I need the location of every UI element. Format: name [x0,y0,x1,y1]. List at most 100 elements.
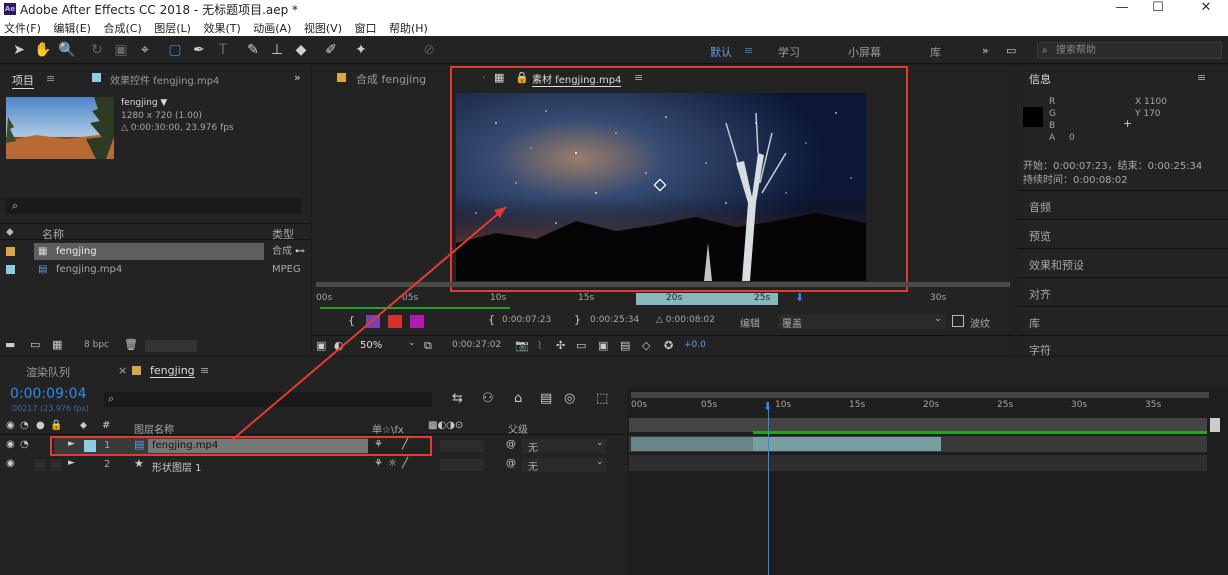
video-visibility-icon[interactable]: ◉ [6,458,15,469]
work-area-bar[interactable] [629,418,1207,432]
resolution-icon[interactable]: ▭ [576,339,586,352]
timeline-scroll-handle[interactable] [1210,418,1220,432]
audio-visibility-icon[interactable]: ◔ [20,439,29,450]
workspace-small-screen[interactable]: 小屏幕 [848,44,881,60]
edit-target-select[interactable]: 覆盖 [782,315,802,330]
menu-file[interactable]: 文件(F) [0,18,46,36]
playhead-marker-icon[interactable]: ⬇ [795,291,804,304]
menu-view[interactable]: 视图(V) [300,18,347,36]
new-composition-icon[interactable]: ▦ [52,338,62,351]
tab-timeline-comp[interactable]: fengjing [150,364,195,378]
zoom-dropdown-icon[interactable]: ⌄ [408,338,416,348]
workspace-more[interactable]: » [982,44,989,57]
ripple-checkbox[interactable] [952,315,964,327]
set-out-point-icon[interactable]: } [574,313,581,326]
guides-icon[interactable]: ◇ [642,339,650,352]
project-search-input[interactable]: ⌕ [6,198,302,214]
project-col-type[interactable]: 类型 [272,226,294,242]
zoom-tool-icon[interactable]: 🔍 [58,41,76,59]
shy-layers-icon[interactable]: ⌂ [514,391,522,406]
menu-edit[interactable]: 编辑(E) [49,18,96,36]
tab-project[interactable]: 项目 [12,72,34,89]
transparency-grid-icon[interactable]: ▤ [620,339,630,352]
shy-switch-icon[interactable]: ⚘ [374,458,383,469]
zoom-level[interactable]: 50% [360,340,382,351]
pick-whip-icon[interactable]: @ [506,458,516,469]
camera-tool-icon[interactable]: ▣ [112,41,130,59]
layer-name-header[interactable]: 图层名称 [134,421,174,436]
brush-tool-icon[interactable]: ✎ [244,41,262,59]
draft-3d-icon[interactable]: ⚇ [482,391,494,406]
panel-audio[interactable]: 音频 [1017,190,1228,218]
fit-icon[interactable]: ⧉ [424,339,432,353]
minimize-icon[interactable]: — [1104,0,1140,18]
expand-arrow-icon[interactable]: ► [68,458,75,468]
workspace-menu-icon[interactable]: ≡ [744,44,753,57]
parent-dropdown-icon[interactable]: ⌄ [596,438,604,448]
project-col-name[interactable]: 名称 [42,226,64,242]
hand-tool-icon[interactable]: ✋ [34,41,52,59]
type-tool-icon[interactable]: T [214,41,232,59]
list-item[interactable]: ▦ fengjing 合成 ⊷ [0,243,310,260]
info-title[interactable]: 信息 [1029,71,1051,87]
show-snapshot-icon[interactable]: ⌇ [537,339,542,352]
exposure-value[interactable]: +0.0 [684,340,706,350]
reset-exposure-icon[interactable]: ✪ [664,339,673,352]
selection-tool-icon[interactable]: ➤ [10,41,28,59]
channel-icon[interactable]: ✣ [556,339,565,352]
menu-layer[interactable]: 图层(L) [150,18,196,36]
layer-parent[interactable]: 无 [528,458,538,473]
project-item-name[interactable]: fengjing ▼ [121,98,167,108]
menu-help[interactable]: 帮助(H) [385,18,433,36]
info-menu-icon[interactable]: ≡ [1197,71,1206,84]
puppet-tool-icon[interactable]: ✦ [352,41,370,59]
layer-name[interactable]: 形状图层 1 [152,459,202,474]
video-visibility-icon[interactable]: ◉ [6,439,15,450]
set-in-point-icon[interactable]: { [488,313,495,326]
panel-library[interactable]: 库 [1017,306,1228,334]
tab-render-queue[interactable]: 渲染队列 [26,364,70,380]
search-input[interactable]: ⌕ 搜索帮助 [1037,42,1222,59]
menu-window[interactable]: 窗口 [350,18,381,36]
panel-align[interactable]: 对齐 [1017,277,1228,305]
panel-overflow-icon[interactable]: » [294,71,301,84]
color-swatch-magenta[interactable] [410,315,424,328]
table-row[interactable]: ◉ ► 2 ★ 形状图层 1 ⚘ ☼ ╱ @ 无 ⌄ [0,457,625,474]
panel-preview[interactable]: 预览 [1017,219,1228,247]
collapse-switch-icon[interactable]: ☼ [388,458,397,469]
playhead-line[interactable] [768,402,769,575]
snapshot-icon[interactable]: 📷 [515,339,529,352]
delete-icon[interactable]: 🗑 [124,338,138,351]
interpret-footage-icon[interactable]: ▬ [5,338,15,351]
timeline-search-input[interactable]: ⌕ [104,392,432,407]
panel-character[interactable]: 字符 [1017,335,1228,357]
workspace-default[interactable]: 默认 [710,44,732,60]
viewer-scroll-track[interactable] [316,282,1010,287]
close-icon[interactable]: ✕ [1188,0,1224,18]
parent-header[interactable]: 父级 [508,421,528,436]
workspace-learn[interactable]: 学习 [778,44,800,60]
search-help-toggle-icon[interactable]: ▭ [1006,44,1016,57]
out-point-time[interactable]: 0:00:25:34 [590,315,639,325]
menu-effect[interactable]: 效果(T) [199,18,245,36]
menu-animation[interactable]: 动画(A) [249,18,296,36]
in-point-time[interactable]: 0:00:07:23 [502,315,551,325]
timeline-time-ruler[interactable]: 00s 05s 10s 15s 20s 25s 30s 35s [627,400,1228,416]
timeline-tab-menu-icon[interactable]: ≡ [200,364,209,377]
pan-behind-tool-icon[interactable]: ⌖ [136,41,154,59]
eraser-tool-icon[interactable]: ◆ [292,41,310,59]
layer-parent[interactable]: 无 [528,439,538,454]
graph-editor-icon[interactable]: ⬚ [596,391,608,406]
menu-composition[interactable]: 合成(C) [99,18,146,36]
list-item[interactable]: ▤ fengjing.mp4 MPEG [0,261,310,278]
pick-whip-icon[interactable]: @ [506,439,516,450]
tab-effect-controls[interactable]: 效果控件 fengjing.mp4 [110,72,219,87]
timeline-track-area[interactable]: 00s 05s 10s 15s 20s 25s 30s 35s ⬇ [627,388,1228,575]
viewer-current-time[interactable]: 0:00:27:02 [452,340,501,350]
tab-composition[interactable]: 合成 fengjing [356,71,426,87]
timeline-current-time[interactable]: 0:00:09:04 [10,386,87,402]
bpc-label[interactable]: 8 bpc [84,340,109,350]
panel-menu-icon[interactable]: ≡ [46,72,55,85]
region-of-interest-icon[interactable]: ▣ [598,339,608,352]
playhead-icon[interactable]: ⬇ [763,400,772,413]
